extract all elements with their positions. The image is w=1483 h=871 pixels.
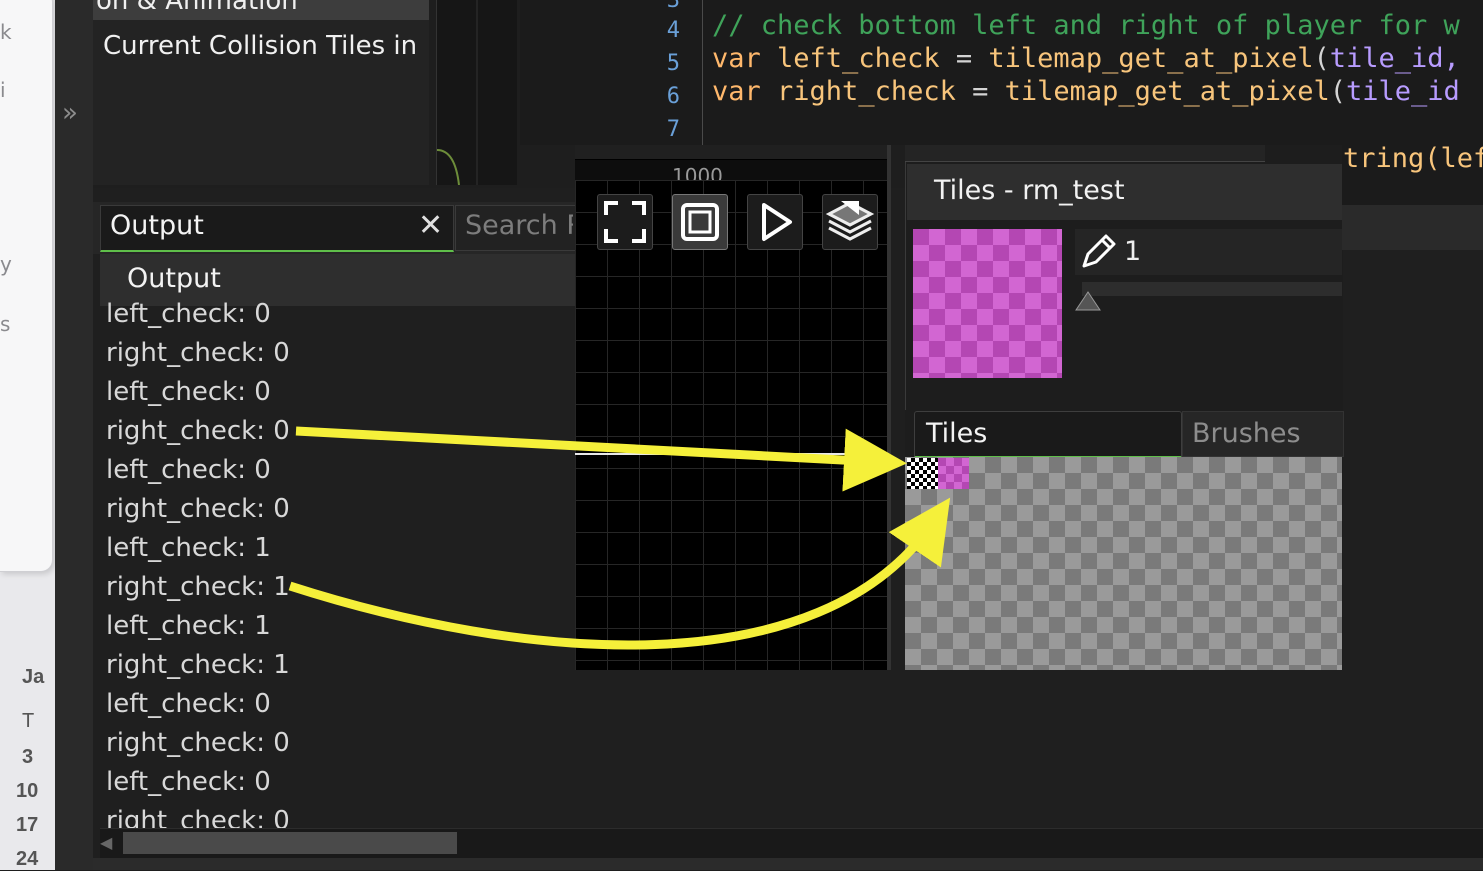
calendar-date: 10 xyxy=(16,780,39,802)
fullscreen-icon xyxy=(604,201,646,243)
layers-button[interactable] xyxy=(822,194,878,250)
line-number: 5 xyxy=(666,51,680,76)
log-line: left_check: 1 xyxy=(106,533,271,563)
code-function: tilemap_get_at_pixel xyxy=(988,43,1314,74)
fullscreen-button[interactable] xyxy=(597,194,653,250)
tileset-grid[interactable] xyxy=(905,457,1342,670)
status-bar xyxy=(93,858,1483,870)
tree-item-collision-tiles[interactable]: Current Collision Tiles in xyxy=(103,31,417,61)
close-icon[interactable]: ✕ xyxy=(418,208,443,243)
tab-output-label: Output xyxy=(110,210,204,241)
line-number: 6 xyxy=(666,84,680,109)
code-function: tilemap_get_at_pixel xyxy=(1004,76,1330,107)
graph-panel xyxy=(436,0,520,186)
calendar-date: 3 xyxy=(22,746,34,768)
room-canvas[interactable] xyxy=(575,180,887,670)
room-ruler xyxy=(575,160,891,180)
log-line: left_check: 0 xyxy=(106,299,271,329)
code-keyword: var xyxy=(712,43,761,74)
play-icon xyxy=(762,203,792,241)
brush-size-slider[interactable] xyxy=(1082,282,1342,296)
window-fragment-1: k xyxy=(0,20,12,44)
asset-tree-panel xyxy=(93,0,429,185)
room-divider[interactable] xyxy=(887,145,891,670)
log-line: left_check: 0 xyxy=(106,377,271,407)
window-fragment-4: s xyxy=(0,312,11,336)
stop-button[interactable] xyxy=(672,194,728,250)
line-number: 3 xyxy=(666,0,680,13)
code-operator: = xyxy=(939,43,989,74)
layers-icon xyxy=(825,201,875,241)
code-operator: = xyxy=(955,76,1005,107)
tree-item-partial[interactable]: on & Animation xyxy=(96,0,298,16)
code-editor-bottom xyxy=(1342,205,1483,250)
code-paren: ( xyxy=(1313,43,1330,74)
log-line: right_check: 0 xyxy=(106,728,290,758)
code-variable: right_check xyxy=(760,76,956,107)
tile-collision[interactable] xyxy=(938,458,969,489)
log-line: right_check: 0 xyxy=(106,494,290,524)
tab-brushes-label: Brushes xyxy=(1192,418,1301,449)
calendar-date: 24 xyxy=(16,848,39,870)
tile-empty[interactable] xyxy=(907,458,938,489)
output-panel-right xyxy=(1342,250,1483,828)
room-tab-strip[interactable] xyxy=(575,145,891,159)
code-paren: ( xyxy=(1329,76,1347,107)
scrollbar-thumb[interactable] xyxy=(123,832,457,854)
tab-search-label: Search R xyxy=(465,210,573,241)
tab-tiles-label: Tiles xyxy=(926,418,988,449)
expand-chevron-icon[interactable]: » xyxy=(62,98,78,128)
code-keyword: var xyxy=(712,76,761,107)
brush-size-value: 1 xyxy=(1124,236,1142,267)
code-argument: tile_id xyxy=(1346,76,1460,107)
tiles-title: Tiles - rm_test xyxy=(934,175,1125,206)
code-overflow-text: tring(lef xyxy=(1343,143,1483,174)
code-line-comment[interactable]: // check bottom left and right of player… xyxy=(712,10,1483,41)
scroll-left-icon[interactable]: ◀ xyxy=(100,833,112,852)
stop-icon xyxy=(681,203,719,241)
log-line: left_check: 1 xyxy=(106,611,271,641)
graph-curve-icon xyxy=(436,0,520,186)
calendar-month: Ja xyxy=(22,666,45,688)
window-fragment-2: i xyxy=(0,78,6,102)
log-line: left_check: 0 xyxy=(106,455,271,485)
log-line: right_check: 0 xyxy=(106,416,290,446)
line-number: 4 xyxy=(666,18,680,43)
play-button[interactable] xyxy=(747,194,803,250)
log-line: right_check: 0 xyxy=(106,338,290,368)
background-window xyxy=(0,0,53,572)
line-number: 7 xyxy=(666,117,680,142)
code-comment: // check bottom left and right of player… xyxy=(712,10,1460,41)
code-variable: left_check xyxy=(760,43,940,74)
tile-preview xyxy=(913,229,1062,378)
log-line: right_check: 0 xyxy=(106,806,290,828)
log-line: right_check: 1 xyxy=(106,650,290,680)
slider-knob-icon[interactable] xyxy=(1074,288,1102,316)
log-line: left_check: 0 xyxy=(106,689,271,719)
code-line-left-check[interactable]: var left_check = tilemap_get_at_pixel(ti… xyxy=(712,43,1483,74)
code-argument: tile_id, xyxy=(1329,43,1460,74)
log-line: left_check: 0 xyxy=(106,767,271,797)
log-line: right_check: 1 xyxy=(106,572,290,602)
calendar-date: 17 xyxy=(16,814,39,836)
side-gutter xyxy=(55,0,93,870)
assets-tab-strip[interactable] xyxy=(905,145,1265,162)
window-fragment-3: y xyxy=(0,252,12,276)
calendar-weekday: T xyxy=(22,710,35,732)
pencil-icon[interactable] xyxy=(1078,232,1118,276)
output-log[interactable]: left_check: 0 right_check: 0 left_check:… xyxy=(106,298,576,828)
room-boundary-line xyxy=(575,453,891,455)
output-header-label: Output xyxy=(127,263,221,294)
code-line-right-check[interactable]: var right_check = tilemap_get_at_pixel(t… xyxy=(712,76,1483,107)
